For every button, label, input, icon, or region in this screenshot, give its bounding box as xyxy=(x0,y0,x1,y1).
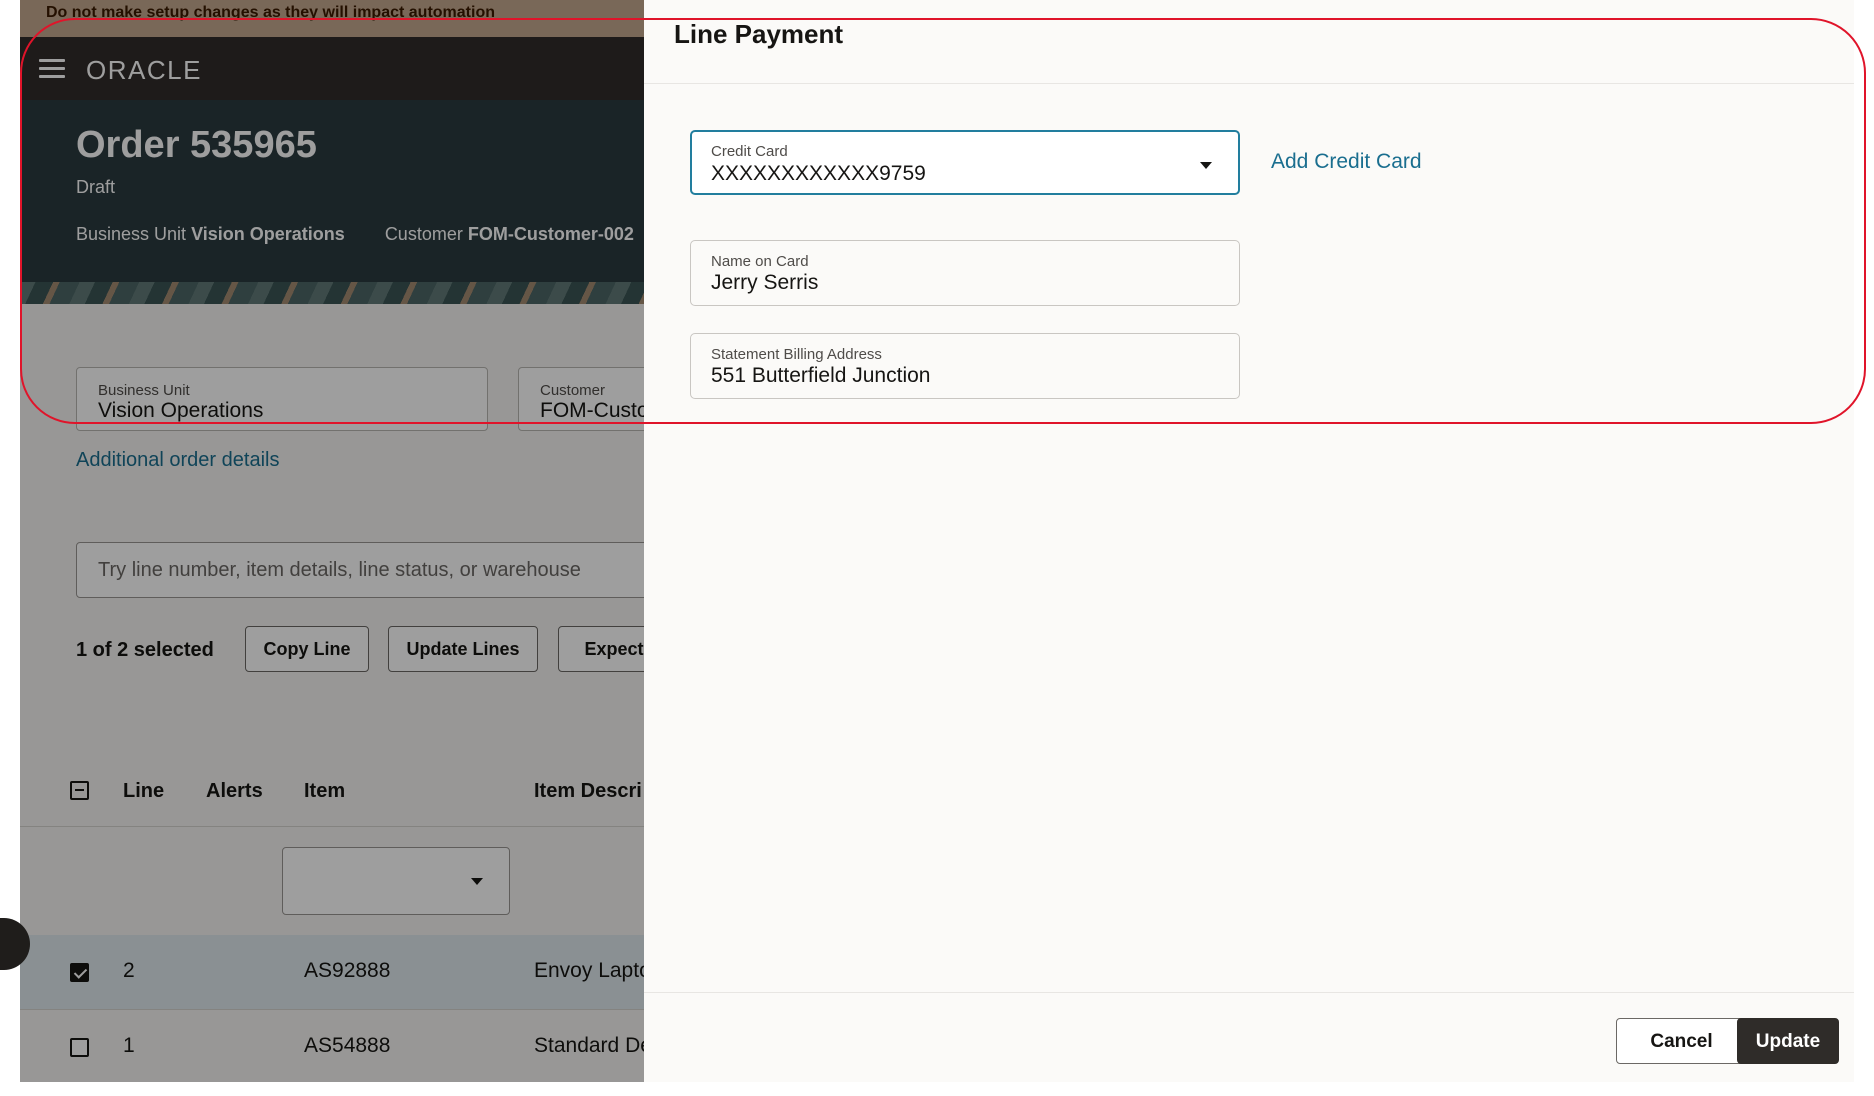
drawer-title: Line Payment xyxy=(674,19,844,49)
background-order-page: Do not make setup changes as they will i… xyxy=(20,0,644,1082)
credit-card-label: Credit Card xyxy=(711,143,788,160)
name-on-card-value: Jerry Serris xyxy=(711,271,819,294)
add-credit-card-link[interactable]: Add Credit Card xyxy=(1271,150,1422,174)
drawer-header: Line Payment xyxy=(644,0,1854,84)
billing-address-label: Statement Billing Address xyxy=(711,346,882,363)
line-payment-drawer: Line Payment Credit Card XXXXXXXXXXXX975… xyxy=(644,0,1854,1082)
credit-card-select[interactable]: Credit Card XXXXXXXXXXXX9759 xyxy=(690,130,1240,195)
credit-card-value: XXXXXXXXXXXX9759 xyxy=(711,162,926,185)
modal-scrim xyxy=(20,0,644,1082)
billing-address-field[interactable]: Statement Billing Address 551 Butterfiel… xyxy=(690,333,1240,399)
chevron-down-icon[interactable] xyxy=(1200,162,1212,169)
name-on-card-label: Name on Card xyxy=(711,253,809,270)
billing-address-value: 551 Butterfield Junction xyxy=(711,364,931,387)
drawer-footer: Cancel Update xyxy=(644,992,1854,1083)
name-on-card-field[interactable]: Name on Card Jerry Serris xyxy=(690,240,1240,306)
update-button[interactable]: Update xyxy=(1737,1018,1839,1064)
cancel-button[interactable]: Cancel xyxy=(1616,1018,1747,1064)
